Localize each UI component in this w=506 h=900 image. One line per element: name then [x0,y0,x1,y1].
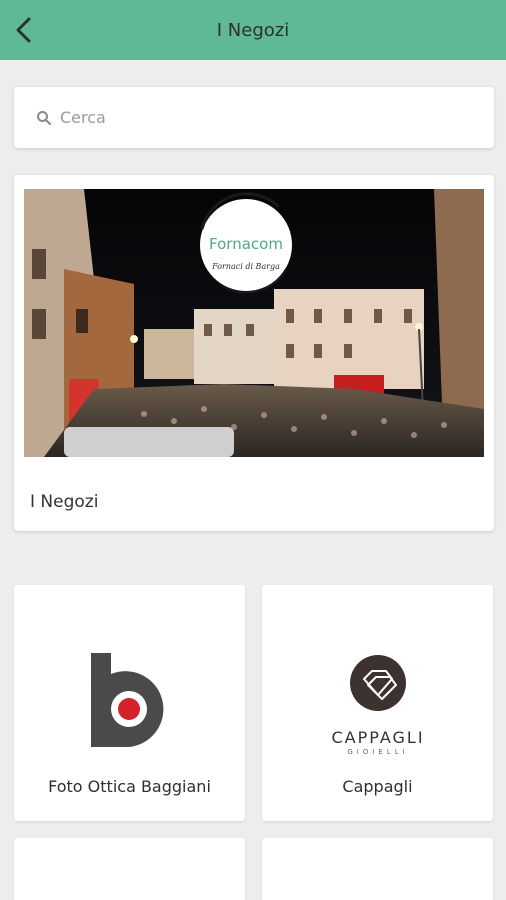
hero-logo-text: Fornacom [209,235,283,253]
search-input[interactable] [60,108,460,127]
cappagli-logo-subtext: GIOIELLI [347,748,408,756]
shop-name: Cappagli [342,777,413,796]
baggiani-logo [91,653,164,747]
shop-tile[interactable] [262,838,493,900]
shop-name: Foto Ottica Baggiani [48,777,211,796]
cappagli-logo: CAPPAGLI GIOIELLI [331,655,424,756]
hero-title: I Negozi [30,492,99,512]
hero-logo-subtext: Fornaci di Barga [211,262,280,271]
shop-tile-cappagli[interactable]: CAPPAGLI GIOIELLI Cappagli [262,585,493,821]
hero-image: Fornacom Fornaci di Barga [24,189,484,457]
back-button[interactable] [6,12,42,48]
search-icon [37,110,51,125]
cappagli-logo-text: CAPPAGLI [331,728,424,747]
page-title: I Negozi [216,19,290,41]
shop-tile-baggiani[interactable]: Foto Ottica Baggiani [14,585,245,821]
shop-tile[interactable] [14,838,245,900]
app-bar: I Negozi [0,0,506,60]
hero-card[interactable]: Fornacom Fornaci di Barga I Negozi [14,175,494,531]
search-bar[interactable] [14,87,494,148]
arrow-back-icon [16,17,31,43]
